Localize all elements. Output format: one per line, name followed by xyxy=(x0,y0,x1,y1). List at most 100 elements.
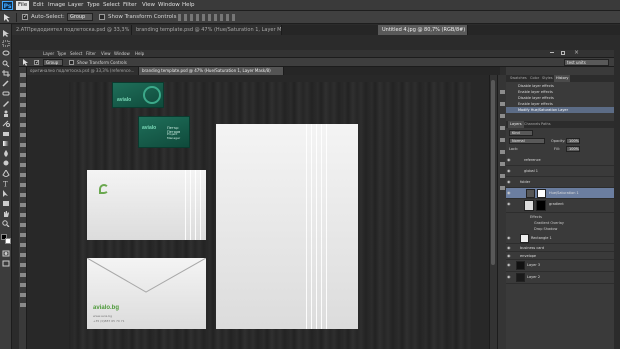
layer-row-selected[interactable]: ◉ Hue/Saturation 1 xyxy=(506,188,614,199)
blend-mode-dropdown[interactable]: Normal xyxy=(509,138,545,144)
history-brush-tool-icon[interactable] xyxy=(2,120,10,127)
rectangle-tool-icon[interactable] xyxy=(2,200,10,207)
lasso-tool-icon[interactable] xyxy=(2,50,10,57)
layer-filter-kind[interactable]: Kind xyxy=(509,130,533,136)
hand-tool-icon[interactable] xyxy=(2,210,10,217)
quick-select-tool-icon[interactable] xyxy=(2,60,10,67)
visibility-eye-icon[interactable]: ◉ xyxy=(507,191,512,195)
inner-auto-select-checkbox[interactable] xyxy=(34,59,40,66)
drop-shadow-effect[interactable]: Drop Shadow xyxy=(534,227,557,231)
inner-transform-checkbox[interactable] xyxy=(69,60,74,65)
visibility-eye-icon[interactable]: ◉ xyxy=(507,246,512,250)
layer-group-row[interactable]: ◉ business card xyxy=(506,244,614,252)
align-buttons[interactable] xyxy=(178,14,238,21)
crop-tool-icon[interactable] xyxy=(2,70,10,77)
history-item-selected[interactable]: Modify Hue/Saturation Layer xyxy=(506,107,614,113)
eyedropper-tool-icon[interactable] xyxy=(2,80,10,87)
layer-row[interactable]: ◉ Rectangle 1 xyxy=(506,233,614,244)
inner-menu-type[interactable]: Type xyxy=(57,50,66,58)
inner-menu-window[interactable]: Window xyxy=(114,50,130,58)
tab-paths[interactable]: Paths xyxy=(539,121,553,128)
menu-type[interactable]: Type xyxy=(85,1,102,10)
visibility-eye-icon[interactable]: ◉ xyxy=(507,158,512,162)
menu-image[interactable]: Image xyxy=(46,1,67,10)
menu-layer[interactable]: Layer xyxy=(66,1,85,10)
visibility-eye-icon[interactable]: ◉ xyxy=(507,263,512,267)
menu-file[interactable]: File xyxy=(16,1,30,10)
visibility-eye-icon[interactable]: ◉ xyxy=(507,180,512,184)
inner-menu-filter[interactable]: Filter xyxy=(86,50,96,58)
inner-move-tool-icon[interactable] xyxy=(22,59,29,66)
inner-transform-label: Show Transform Controls xyxy=(77,60,127,65)
path-selection-tool-icon[interactable] xyxy=(2,190,10,197)
move-tool-icon[interactable] xyxy=(3,13,13,22)
type-tool-icon[interactable]: T xyxy=(2,180,10,188)
quick-mask-icon[interactable] xyxy=(2,250,10,257)
layer-row[interactable]: ◉ global 1 xyxy=(506,166,614,177)
inner-tab-reference[interactable]: оригинално подлетоска.psd @ 33,3% (refer… xyxy=(27,67,139,75)
layer-row[interactable]: ◉ gradient xyxy=(506,199,614,213)
inner-tab-branding-template[interactable]: branding template.psd @ 47% (Hue/Saturat… xyxy=(139,67,284,75)
blur-tool-icon[interactable] xyxy=(2,150,10,157)
inner-tool-icons[interactable] xyxy=(20,73,26,313)
layer-row[interactable]: ◉ reference xyxy=(506,155,614,166)
layer-row[interactable]: ◉ Layer 3 xyxy=(506,260,614,272)
zoom-tool-icon[interactable] xyxy=(2,220,10,227)
healing-brush-tool-icon[interactable] xyxy=(2,90,10,97)
inner-menu-select[interactable]: Select xyxy=(70,50,82,58)
layers-panel-tabs: Layers Channels Paths xyxy=(506,121,614,128)
layer-group-row[interactable]: ◉ envelope xyxy=(506,252,614,260)
screen-mode-icon[interactable] xyxy=(2,260,10,267)
gradient-tool-icon[interactable] xyxy=(2,140,10,147)
layer-row[interactable]: ◉ Layer 2 xyxy=(506,272,614,284)
inner-menu-view[interactable]: View xyxy=(101,50,111,58)
brush-tool-icon[interactable] xyxy=(2,100,10,107)
scrollbar-thumb[interactable] xyxy=(491,80,495,265)
menu-window[interactable]: Window xyxy=(156,1,182,10)
clone-stamp-tool-icon[interactable] xyxy=(2,110,10,117)
auto-select-checkbox[interactable] xyxy=(22,13,28,20)
business-card-back: avialo Петър Петров Project Manager xyxy=(138,116,190,148)
eraser-tool-icon[interactable] xyxy=(2,130,10,137)
inner-auto-select-dropdown[interactable]: Group xyxy=(43,59,63,66)
dodge-tool-icon[interactable] xyxy=(2,160,10,167)
visibility-eye-icon[interactable]: ◉ xyxy=(507,275,512,279)
background-color-swatch[interactable] xyxy=(5,238,11,244)
tab-reference[interactable]: 2.ATПредодиятел подлетоска.psd @ 33,3% (… xyxy=(12,25,132,35)
auto-select-dropdown[interactable]: Group xyxy=(67,13,93,21)
minimize-icon[interactable] xyxy=(550,52,554,53)
menu-edit[interactable]: Edit xyxy=(31,1,46,10)
pen-tool-icon[interactable] xyxy=(2,170,10,177)
gradient-overlay-effect[interactable]: Gradient Overlay xyxy=(534,221,564,225)
panel-dock-icons[interactable] xyxy=(500,90,505,190)
visibility-eye-icon[interactable]: ◉ xyxy=(507,254,512,258)
tab-history[interactable]: History xyxy=(554,75,571,82)
menu-select[interactable]: Select xyxy=(101,1,122,10)
maximize-icon[interactable] xyxy=(561,51,565,55)
inner-tab-bar: оригинално подлетоска.psd @ 33,3% (refer… xyxy=(27,67,500,75)
envelope-front xyxy=(87,170,206,240)
visibility-eye-icon[interactable]: ◉ xyxy=(507,202,512,206)
workspace-dropdown[interactable]: test units xyxy=(564,59,609,66)
card-role: Project Manager xyxy=(167,132,181,140)
marquee-tool-icon[interactable] xyxy=(2,40,10,47)
fill-input[interactable]: 100% xyxy=(566,146,580,152)
menu-help[interactable]: Help xyxy=(180,1,197,10)
tab-swatches[interactable]: Swatches xyxy=(508,75,529,82)
tab-styles[interactable]: Styles xyxy=(540,75,555,82)
menu-filter[interactable]: Filter xyxy=(121,1,139,10)
opacity-input[interactable]: 100% xyxy=(566,138,580,144)
tab-untitled-4[interactable]: Untitled 4.jpg @ 80,7% (RGB/8#) xyxy=(378,25,468,35)
inner-menu-bar: Layer Type Select Filter View Window Hel… xyxy=(19,49,614,58)
layer-group-row[interactable]: ◉ folder xyxy=(506,177,614,188)
menu-bar: Ps File Edit Image Layer Type Select Fil… xyxy=(0,0,620,11)
tab-branding-template[interactable]: branding template.psd @ 47% (Hue/Saturat… xyxy=(132,25,282,35)
transform-controls-checkbox[interactable] xyxy=(99,14,105,20)
visibility-eye-icon[interactable]: ◉ xyxy=(507,236,512,240)
move-tool-icon[interactable] xyxy=(2,30,10,37)
menu-view[interactable]: View xyxy=(140,1,157,10)
visibility-eye-icon[interactable]: ◉ xyxy=(507,169,512,173)
close-icon[interactable]: × xyxy=(574,49,579,56)
inner-menu-help[interactable]: Help xyxy=(135,50,144,58)
inner-menu-layer[interactable]: Layer xyxy=(43,50,54,58)
